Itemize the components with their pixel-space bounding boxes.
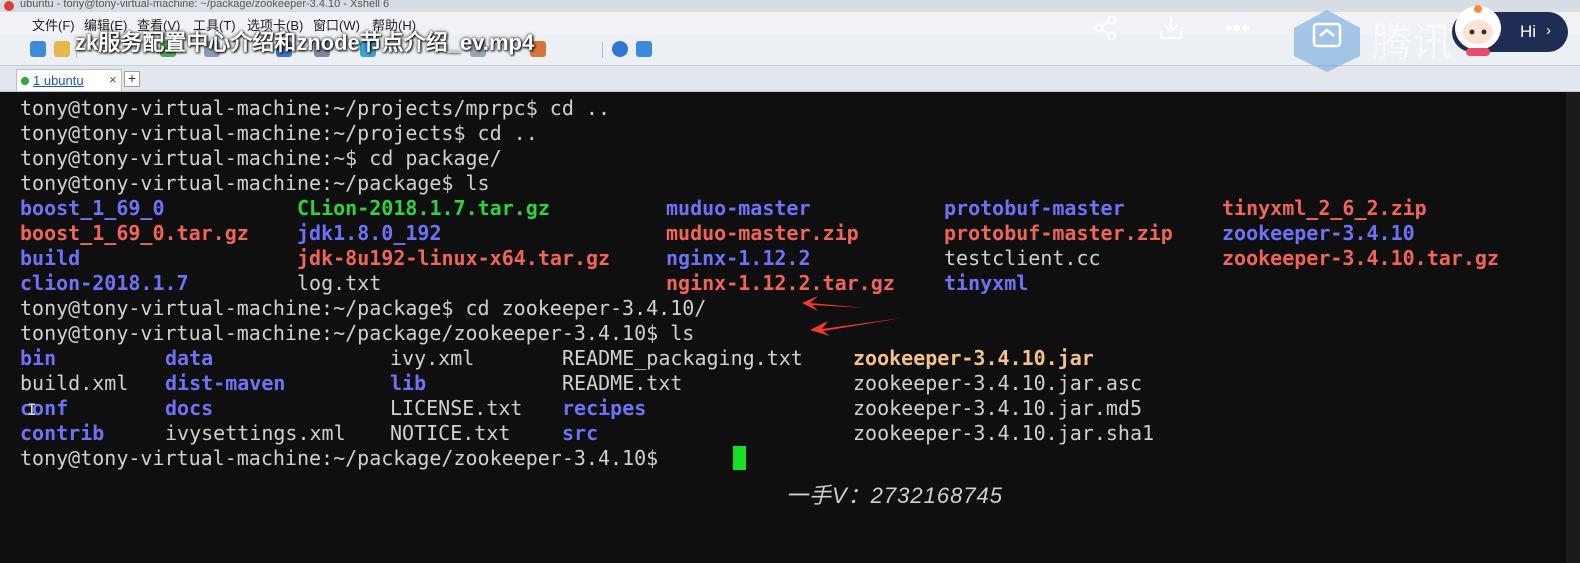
ls-entry-file: zookeeper-3.4.10.jar.asc — [853, 371, 1142, 395]
video-title: zk服务配置中心介绍和znode节点介绍_ev.mp4 — [75, 30, 535, 55]
ls-entry-archive: tinyxml_2_6_2.zip — [1222, 196, 1427, 220]
ls-entry-file: LICENSE.txt — [390, 396, 523, 420]
ls-entry-dir: clion-2018.1.7 — [20, 271, 189, 295]
ls-entry-dir: protobuf-master — [944, 196, 1125, 220]
ls-entry-file: ivy.xml — [390, 346, 475, 370]
ls-entry-jar: zookeeper-3.4.10.jar — [853, 346, 1094, 370]
annotation-arrow-icon — [802, 296, 866, 311]
ls-entry-dir: lib — [390, 371, 427, 395]
cast-icon[interactable] — [1290, 8, 1364, 74]
tencent-brand-logo: 腾讯 — [1372, 21, 1452, 65]
ls-entry-file: testclient.cc — [944, 246, 1101, 270]
terminal-line: tony@tony-virtual-machine:~/package$ ls — [20, 171, 490, 195]
ls-entry-file: build.xml — [20, 371, 129, 395]
terminal-line: tony@tony-virtual-machine:~$ cd package/ — [20, 146, 502, 170]
ls-entry-dir: bin — [20, 346, 57, 370]
ls-entry-file: ivysettings.xml — [165, 421, 346, 445]
handwritten-watermark: 一手V：2732168745 — [786, 483, 1004, 508]
ls-entry-dir: tinyxml — [944, 271, 1029, 295]
ls-entry-dir: jdk1.8.0_192 — [297, 221, 442, 245]
ls-entry-archive: protobuf-master.zip — [944, 221, 1173, 245]
share-icon[interactable] — [1091, 14, 1121, 44]
open-folder-icon[interactable] — [54, 41, 70, 57]
text-cursor-icon: I — [27, 400, 37, 419]
tab-close-icon[interactable]: × — [109, 72, 117, 87]
ls-entry-archive: muduo-master.zip — [666, 221, 859, 245]
ls-entry-dir: contrib — [20, 421, 105, 445]
toolbar-separator — [602, 42, 603, 58]
connection-status-icon — [21, 77, 29, 85]
terminal-cursor — [733, 446, 746, 470]
ls-entry-dir: data — [165, 346, 214, 370]
new-session-icon[interactable] — [30, 41, 46, 57]
ls-entry-archive: nginx-1.12.2.tar.gz — [666, 271, 895, 295]
app-icon — [4, 1, 14, 11]
ls-entry-archive: jdk-8u192-linux-x64.tar.gz — [297, 246, 611, 270]
terminal-scrollbar[interactable] — [1566, 92, 1580, 563]
more-icon[interactable]: ••• — [1222, 14, 1252, 44]
terminal-line: tony@tony-virtual-machine:~/projects$ cd… — [20, 121, 538, 145]
ls-entry-dir: muduo-master — [666, 196, 811, 220]
download-icon[interactable] — [1156, 14, 1186, 44]
terminal-line: tony@tony-virtual-machine:~/package$ cd … — [20, 296, 707, 320]
ls-entry-dir: src — [562, 421, 599, 445]
ls-entry-dir: docs — [165, 396, 214, 420]
terminal-prompt: tony@tony-virtual-machine:~/package/zook… — [20, 446, 671, 470]
terminal-line: tony@tony-virtual-machine:~/package/zook… — [20, 321, 695, 345]
ls-entry-file: zookeeper-3.4.10.jar.md5 — [853, 396, 1142, 420]
ls-entry-dir: nginx-1.12.2 — [666, 246, 811, 270]
menu-file[interactable]: 文件(F) — [32, 15, 75, 34]
annotation-arrow-icon — [810, 318, 902, 336]
ls-entry-dir: build — [20, 246, 81, 270]
tab-label: 1 ubuntu — [33, 73, 84, 88]
add-tab-button[interactable]: + — [124, 71, 140, 87]
ls-entry-dir: recipes — [562, 396, 647, 420]
ls-entry-file: NOTICE.txt — [390, 421, 511, 445]
tab-ubuntu[interactable]: 1 ubuntu × — [16, 69, 122, 91]
ls-entry-file: zookeeper-3.4.10.jar.sha1 — [853, 421, 1155, 445]
ls-entry-archive: boost_1_69_0.tar.gz — [20, 221, 249, 245]
assistant-label: Hi — [1520, 22, 1537, 41]
ls-entry-exec: CLion-2018.1.7.tar.gz — [297, 196, 550, 220]
chat-icon[interactable] — [636, 41, 652, 57]
ls-entry-archive: zookeeper-3.4.10.tar.gz — [1222, 246, 1499, 270]
assistant-avatar-icon[interactable] — [1452, 2, 1504, 58]
help-icon[interactable] — [612, 41, 628, 57]
ls-entry-file: README_packaging.txt — [562, 346, 803, 370]
terminal-line: tony@tony-virtual-machine:~/projects/mpr… — [20, 96, 611, 120]
window-title: ubuntu - tony@tony-virtual-machine: ~/pa… — [20, 0, 390, 10]
ls-entry-file: log.txt — [297, 271, 382, 295]
chevron-right-icon: › — [1546, 22, 1551, 39]
ls-entry-file: README.txt — [562, 371, 683, 395]
ls-entry-dir: zookeeper-3.4.10 — [1222, 221, 1415, 245]
ls-entry-dir: dist-maven — [165, 371, 286, 395]
ls-entry-dir: boost_1_69_0 — [20, 196, 165, 220]
